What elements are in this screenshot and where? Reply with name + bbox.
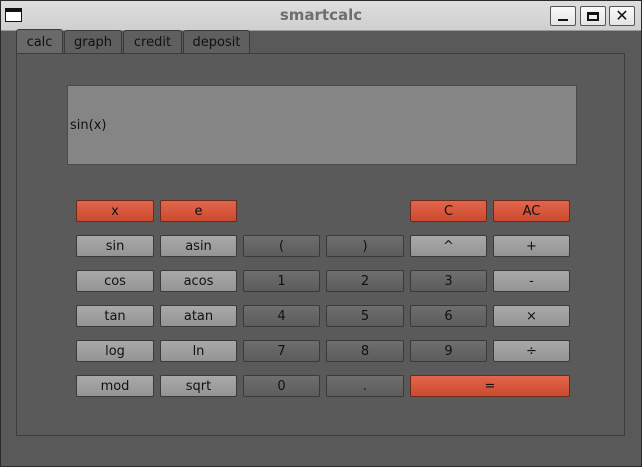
digit-8-button[interactable]: 8: [326, 340, 404, 362]
digit-3-button[interactable]: 3: [410, 270, 487, 292]
sin-button[interactable]: sin: [76, 235, 154, 257]
minimize-button[interactable]: [550, 6, 576, 26]
digit-5-button[interactable]: 5: [326, 305, 404, 327]
close-button[interactable]: ✕: [609, 6, 635, 26]
x-button[interactable]: x: [76, 200, 154, 222]
cos-button[interactable]: cos: [76, 270, 154, 292]
digit-4-button[interactable]: 4: [243, 305, 320, 327]
digit-7-button[interactable]: 7: [243, 340, 320, 362]
clear-button[interactable]: C: [410, 200, 487, 222]
sqrt-button[interactable]: sqrt: [160, 375, 237, 397]
mod-button[interactable]: mod: [76, 375, 154, 397]
acos-button[interactable]: acos: [160, 270, 237, 292]
equals-button[interactable]: =: [410, 375, 570, 397]
multiply-button[interactable]: ×: [493, 305, 570, 327]
ln-button[interactable]: ln: [160, 340, 237, 362]
tab-deposit[interactable]: deposit: [183, 30, 250, 53]
log-button[interactable]: log: [76, 340, 154, 362]
digit-2-button[interactable]: 2: [326, 270, 404, 292]
maximize-icon: [587, 11, 599, 21]
divide-button[interactable]: ÷: [493, 340, 570, 362]
expression-text: sin(x): [70, 118, 107, 133]
minimize-icon: [558, 19, 568, 21]
window-title: smartcalc: [279, 6, 363, 24]
close-icon: ✕: [615, 6, 629, 25]
title-bar[interactable]: smartcalc ✕: [1, 1, 641, 31]
tab-graph[interactable]: graph: [64, 30, 122, 53]
plus-button[interactable]: +: [493, 235, 570, 257]
tan-button[interactable]: tan: [76, 305, 154, 327]
digit-9-button[interactable]: 9: [410, 340, 487, 362]
tab-credit[interactable]: credit: [123, 30, 182, 53]
power-button[interactable]: ^: [410, 235, 487, 257]
expression-display[interactable]: sin(x): [67, 85, 577, 165]
atan-button[interactable]: atan: [160, 305, 237, 327]
e-button[interactable]: e: [160, 200, 237, 222]
digit-0-button[interactable]: 0: [243, 375, 320, 397]
maximize-button[interactable]: [580, 6, 606, 26]
close-paren-button[interactable]: ): [326, 235, 404, 257]
tab-calc[interactable]: calc: [16, 29, 63, 54]
digit-6-button[interactable]: 6: [410, 305, 487, 327]
open-paren-button[interactable]: (: [243, 235, 320, 257]
decimal-point-button[interactable]: .: [326, 375, 404, 397]
asin-button[interactable]: asin: [160, 235, 237, 257]
minus-button[interactable]: -: [493, 270, 570, 292]
all-clear-button[interactable]: AC: [493, 200, 570, 222]
digit-1-button[interactable]: 1: [243, 270, 320, 292]
